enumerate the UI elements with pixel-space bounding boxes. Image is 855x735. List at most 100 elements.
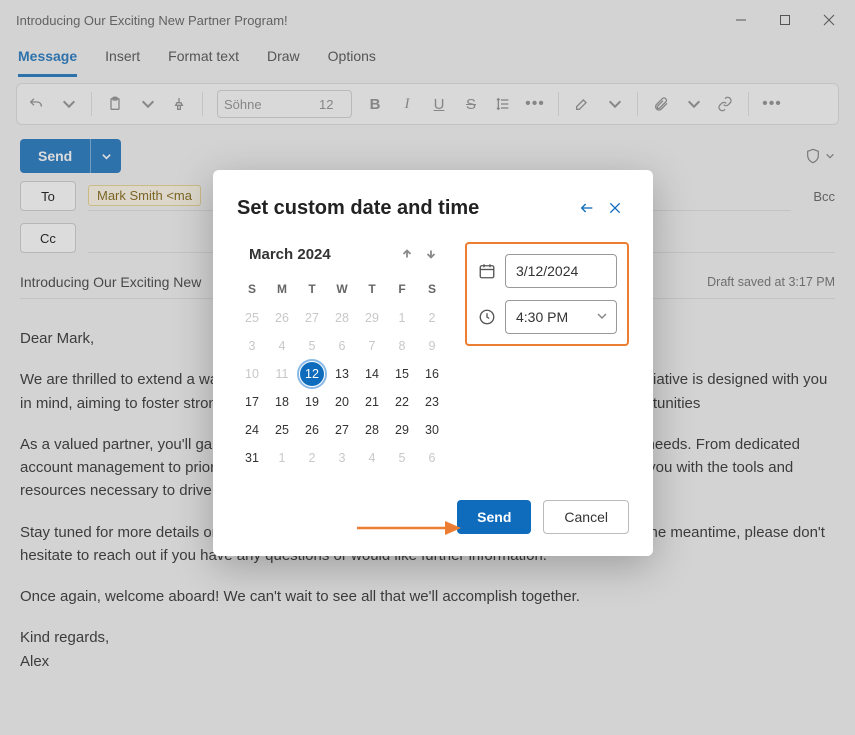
chevron-down-icon[interactable]	[61, 96, 77, 112]
calendar-day[interactable]: 20	[327, 388, 357, 416]
tab-bar: Message Insert Format text Draw Options	[0, 40, 855, 77]
bcc-link[interactable]: Bcc	[813, 189, 835, 204]
dow-header: M	[267, 278, 297, 304]
calendar-day: 25	[237, 304, 267, 332]
datetime-inputs: 3/12/2024 4:30 PM	[465, 242, 629, 346]
font-size-input[interactable]	[313, 91, 351, 117]
strikethrough-icon[interactable]: S	[462, 95, 480, 113]
minimize-button[interactable]	[719, 2, 763, 38]
separator	[91, 92, 92, 116]
calendar-day: 8	[387, 332, 417, 360]
bold-icon[interactable]: B	[366, 95, 384, 113]
time-value: 4:30 PM	[516, 309, 568, 325]
calendar-day: 4	[267, 332, 297, 360]
calendar-day[interactable]: 18	[267, 388, 297, 416]
calendar-day: 6	[327, 332, 357, 360]
modal-title: Set custom date and time	[237, 197, 573, 220]
titlebar: Introducing Our Exciting New Partner Pro…	[0, 0, 855, 40]
back-button[interactable]	[573, 194, 601, 222]
calendar-day: 28	[327, 304, 357, 332]
calendar-day[interactable]: 19	[297, 388, 327, 416]
calendar-day: 26	[267, 304, 297, 332]
calendar-day: 7	[357, 332, 387, 360]
format-painter-icon[interactable]	[170, 95, 188, 113]
separator	[558, 92, 559, 116]
dow-header: T	[357, 278, 387, 304]
calendar-day[interactable]: 31	[237, 444, 267, 472]
send-button[interactable]: Send	[20, 139, 91, 173]
prev-month-button[interactable]	[395, 242, 419, 266]
chevron-down-icon	[596, 309, 608, 325]
calendar-day: 3	[237, 332, 267, 360]
calendar-day[interactable]: 12	[297, 360, 327, 388]
tab-insert[interactable]: Insert	[105, 40, 140, 77]
calendar-day: 9	[417, 332, 447, 360]
cc-button[interactable]: Cc	[20, 223, 76, 253]
calendar-day[interactable]: 27	[327, 416, 357, 444]
calendar-day: 3	[327, 444, 357, 472]
calendar-day[interactable]: 13	[327, 360, 357, 388]
date-input[interactable]: 3/12/2024	[505, 254, 617, 288]
send-label: Send	[38, 148, 72, 164]
chevron-down-icon[interactable]	[607, 96, 623, 112]
calendar-day: 1	[267, 444, 297, 472]
date-value: 3/12/2024	[516, 263, 578, 279]
send-split-button[interactable]: Send	[20, 139, 121, 173]
calendar-day: 4	[357, 444, 387, 472]
underline-icon[interactable]: U	[430, 95, 448, 113]
font-selector[interactable]	[217, 90, 352, 118]
calendar-day[interactable]: 26	[297, 416, 327, 444]
separator	[637, 92, 638, 116]
modal-send-label: Send	[477, 509, 511, 525]
calendar-day[interactable]: 22	[387, 388, 417, 416]
clock-icon	[477, 307, 497, 327]
calendar-day: 2	[297, 444, 327, 472]
paste-icon[interactable]	[106, 95, 124, 113]
chevron-down-icon[interactable]	[686, 96, 702, 112]
tab-options[interactable]: Options	[328, 40, 376, 77]
modal-send-button[interactable]: Send	[457, 500, 531, 534]
calendar-day[interactable]: 21	[357, 388, 387, 416]
close-button[interactable]	[807, 2, 851, 38]
font-name-input[interactable]	[218, 91, 313, 117]
tab-message[interactable]: Message	[18, 40, 77, 77]
schedule-modal: Set custom date and time March 2024 SMTW…	[213, 170, 653, 556]
sensitivity-button[interactable]	[805, 148, 835, 164]
calendar-day[interactable]: 23	[417, 388, 447, 416]
dow-header: S	[417, 278, 447, 304]
time-input[interactable]: 4:30 PM	[505, 300, 617, 334]
next-month-button[interactable]	[419, 242, 443, 266]
draft-saved-label: Draft saved at 3:17 PM	[707, 275, 835, 289]
line-spacing-icon[interactable]	[494, 95, 512, 113]
separator	[748, 92, 749, 116]
attach-icon[interactable]	[652, 95, 670, 113]
link-icon[interactable]	[716, 95, 734, 113]
calendar-day[interactable]: 15	[387, 360, 417, 388]
italic-icon[interactable]: I	[398, 95, 416, 113]
tab-draw[interactable]: Draw	[267, 40, 300, 77]
calendar-day[interactable]: 14	[357, 360, 387, 388]
ribbon: B I U S ••• •••	[16, 83, 839, 125]
maximize-button[interactable]	[763, 2, 807, 38]
calendar-day[interactable]: 29	[387, 416, 417, 444]
overflow-icon[interactable]: •••	[763, 95, 781, 113]
calendar-day[interactable]: 25	[267, 416, 297, 444]
calendar-day[interactable]: 30	[417, 416, 447, 444]
modal-cancel-button[interactable]: Cancel	[543, 500, 629, 534]
calendar-day[interactable]: 28	[357, 416, 387, 444]
tab-format-text[interactable]: Format text	[168, 40, 239, 77]
undo-icon[interactable]	[27, 95, 45, 113]
recipient-chip[interactable]: Mark Smith <ma	[88, 185, 201, 206]
dow-header: T	[297, 278, 327, 304]
styles-icon[interactable]	[573, 95, 591, 113]
calendar-day[interactable]: 17	[237, 388, 267, 416]
dow-header: S	[237, 278, 267, 304]
chevron-down-icon[interactable]	[140, 96, 156, 112]
calendar-day[interactable]: 16	[417, 360, 447, 388]
to-button[interactable]: To	[20, 181, 76, 211]
modal-close-button[interactable]	[601, 194, 629, 222]
calendar-month-label[interactable]: March 2024	[241, 246, 395, 263]
calendar-day[interactable]: 24	[237, 416, 267, 444]
send-options-dropdown[interactable]	[91, 139, 121, 173]
more-formatting-icon[interactable]: •••	[526, 95, 544, 113]
